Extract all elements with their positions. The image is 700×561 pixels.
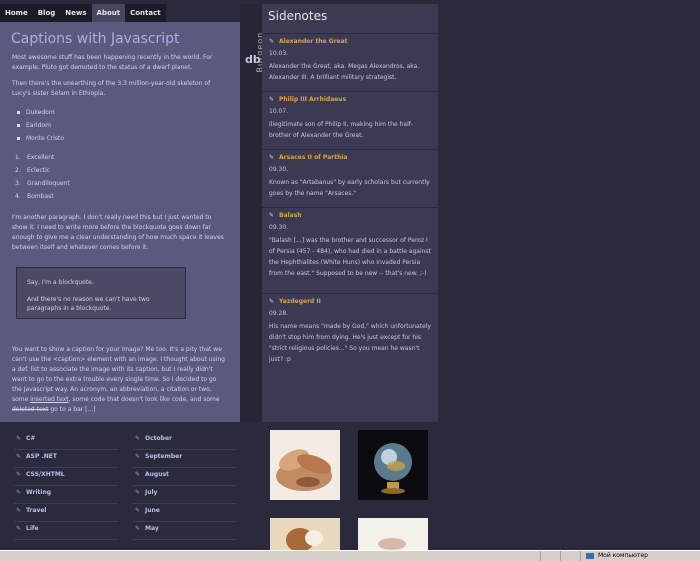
sidenote: Arsaces II of Parthia 09.30. Known as "A… — [262, 149, 438, 207]
archives-list: October September August July June May — [133, 432, 237, 540]
sidenote-body: Known as "Artabanus" by early scholars b… — [269, 179, 430, 197]
nav-home[interactable]: Home — [0, 4, 33, 22]
caption-text: , some code that doesn't look like code,… — [68, 396, 220, 403]
sidenote: Alexander the Great 10.03. Alexander the… — [262, 33, 438, 91]
third-paragraph: I'm another paragraph. I don't really ne… — [12, 214, 224, 251]
nav-contact[interactable]: Contact — [125, 4, 166, 22]
list-item: 4. Bombast — [0, 190, 240, 203]
list-number: 4. — [15, 193, 21, 200]
sidenote-body: "Balash [...] was the brother and succes… — [269, 237, 431, 277]
sidenote-body: Alexander the Great, aka. Megas Alexandr… — [269, 63, 420, 81]
list-item: Earldom — [0, 119, 240, 132]
category-item[interactable]: Life — [14, 522, 118, 540]
category-item[interactable]: Travel — [14, 504, 118, 522]
top-nav: Home Blog News About Contact — [0, 4, 166, 22]
sidenote-title[interactable]: Arsaces II of Parthia — [269, 153, 432, 163]
ordered-list: 1. Excellent 2. Eclectic 3. Grandiloquent 4… — [0, 151, 240, 203]
archive-item[interactable]: September — [133, 450, 237, 468]
thumbnail-bottom-right[interactable] — [358, 518, 428, 550]
nav-news[interactable]: News — [60, 4, 91, 22]
computer-icon — [586, 553, 594, 559]
status-bar: Мой компьютер — [0, 550, 700, 561]
list-item: 3. Grandiloquent — [0, 177, 240, 190]
page-title: Captions with Javascript — [11, 31, 180, 47]
brand-logo: db — [245, 53, 261, 66]
archive-item[interactable]: July — [133, 486, 237, 504]
category-label[interactable]: Travel — [26, 507, 46, 514]
archive-item[interactable]: May — [133, 522, 237, 540]
archive-item[interactable]: October — [133, 432, 237, 450]
archive-item[interactable]: June — [133, 504, 237, 522]
list-item: 2. Eclectic — [0, 164, 240, 177]
sidenote-title[interactable]: Philip III Arrhidaeus — [269, 95, 432, 105]
category-label[interactable]: C# — [26, 435, 35, 442]
list-item: Monte Cristo — [0, 132, 240, 145]
caption-paragraph: You want to show a caption for your imag… — [0, 345, 240, 415]
category-label[interactable]: Writing — [26, 489, 51, 496]
category-item[interactable]: Writing — [14, 486, 118, 504]
archive-label[interactable]: July — [145, 489, 157, 496]
category-item[interactable]: C# — [14, 432, 118, 450]
thumbnail-bottom-left[interactable] — [270, 518, 340, 550]
archive-label[interactable]: October — [145, 435, 172, 442]
category-item[interactable]: ASP .NET — [14, 450, 118, 468]
sidenote: Philip III Arrhidaeus 10.07. Illegitimat… — [262, 91, 438, 149]
list-number: 2. — [15, 167, 21, 174]
list-label: Excellent — [27, 154, 55, 161]
second-paragraph: Then there's the unearthing of the 3.3 m… — [12, 80, 211, 97]
archive-label[interactable]: June — [145, 507, 160, 514]
list-label: Grandiloquent — [27, 180, 70, 187]
read-more-link[interactable]: go to a bar [...] — [48, 406, 95, 413]
sidenote-date: 10.03. — [269, 50, 289, 57]
category-label[interactable]: ASP .NET — [26, 453, 57, 460]
list-number: 1. — [15, 154, 21, 161]
archive-label[interactable]: May — [145, 525, 159, 532]
nav-about[interactable]: About — [91, 4, 126, 22]
list-item: Dukedom — [0, 106, 240, 119]
blockquote-paragraph: And there's no reason we can't have two … — [27, 296, 150, 312]
main-content: Captions with Javascript Most awesome st… — [0, 22, 240, 422]
deleted-text: deleted text — [12, 406, 49, 413]
list-label: Eclectic — [27, 167, 51, 174]
archive-item[interactable]: August — [133, 468, 237, 486]
sidenote-date: 09.28. — [269, 310, 289, 317]
sidenote-title[interactable]: Balash — [269, 211, 432, 221]
sidenote-body: Illegitimate son of Philip II, making hi… — [269, 121, 413, 139]
caption-text: You want to show a caption for your imag… — [12, 346, 225, 403]
archive-label[interactable]: August — [145, 471, 169, 478]
list-label: Bombast — [27, 193, 54, 200]
sidenotes-panel: Sidenotes Alexander the Great 10.03. Ale… — [262, 4, 438, 422]
sidenote-date: 10.07. — [269, 108, 289, 115]
category-item[interactable]: CSS/XHTML — [14, 468, 118, 486]
blockquote: Say, I'm a blockquote. And there's no re… — [16, 267, 186, 319]
nav-blog[interactable]: Blog — [33, 4, 61, 22]
sidenote: Balash 09.30. "Balash [...] was the brot… — [262, 207, 438, 293]
categories-list: C# ASP .NET CSS/XHTML Writing Travel Lif… — [14, 432, 118, 540]
intro-paragraph: Most awesome stuff has been happening re… — [12, 54, 213, 71]
footer-area: C# ASP .NET CSS/XHTML Writing Travel Lif… — [0, 422, 700, 550]
sidenotes-list: Alexander the Great 10.03. Alexander the… — [262, 33, 438, 383]
list-item: 1. Excellent — [0, 151, 240, 164]
thumbnail-globe[interactable] — [358, 430, 428, 500]
blockquote-paragraph: Say, I'm a blockquote. — [27, 279, 94, 286]
thumbnail-hands[interactable] — [270, 430, 340, 500]
sidenotes-title: Sidenotes — [268, 9, 328, 23]
sidenote-body: His name means "made by God," which unfo… — [269, 323, 431, 363]
sidenote-date: 09.30. — [269, 224, 289, 231]
bullet-list: Dukedom Earldom Monte Cristo — [0, 106, 240, 145]
sidenote-title[interactable]: Alexander the Great — [269, 37, 432, 47]
archive-label[interactable]: September — [145, 453, 182, 460]
sidenote-date: 09.30. — [269, 166, 289, 173]
category-label[interactable]: CSS/XHTML — [26, 471, 65, 478]
inserted-text: inserted text — [30, 396, 69, 403]
sidenote: Yazdegerd II 09.28. His name means "made… — [262, 293, 438, 383]
category-label[interactable]: Life — [26, 525, 39, 532]
list-number: 3. — [15, 180, 21, 187]
sidenote-title[interactable]: Yazdegerd II — [269, 297, 432, 307]
